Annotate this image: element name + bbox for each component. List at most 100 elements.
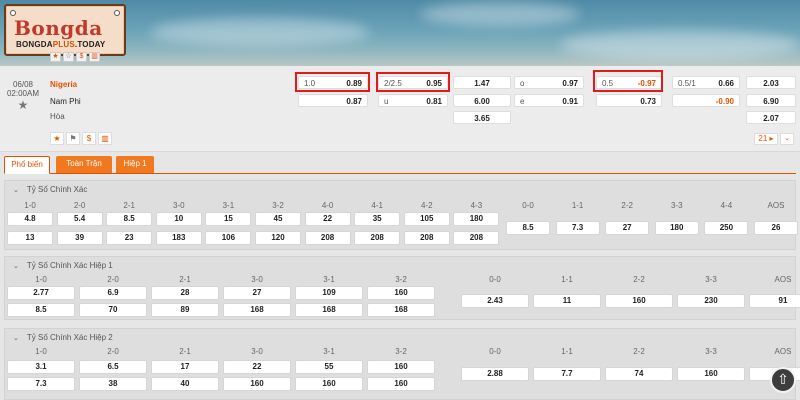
- odds-cell[interactable]: 28: [151, 286, 219, 300]
- score-header: 4-1: [371, 201, 383, 210]
- odds-cell[interactable]: 180: [654, 221, 699, 235]
- odds-h1-under[interactable]: -0.90: [672, 94, 740, 107]
- flag-icon[interactable]: ⚑: [66, 132, 80, 145]
- tab-full-match[interactable]: Toàn Trận: [56, 156, 112, 173]
- odds-cell[interactable]: 105: [403, 212, 450, 226]
- home-team[interactable]: Nigeria: [50, 80, 77, 89]
- favorite-star-icon[interactable]: ★: [4, 99, 42, 111]
- chart-icon[interactable]: ▥: [89, 52, 100, 62]
- away-team[interactable]: Nam Phi: [50, 97, 81, 106]
- odds-cell[interactable]: 208: [354, 231, 401, 245]
- odds-cell[interactable]: 5.4: [56, 212, 103, 226]
- odds-cell[interactable]: 8.5: [106, 212, 153, 226]
- odds-cell[interactable]: 39: [56, 231, 103, 245]
- odds-cell[interactable]: 4.8: [7, 212, 53, 226]
- odds-cell[interactable]: 89: [151, 303, 219, 317]
- score-header: 1-1: [571, 201, 584, 210]
- scroll-to-top-button[interactable]: ⇧: [770, 367, 796, 393]
- odds-1x2-draw[interactable]: 3.65: [453, 111, 511, 124]
- odds-under[interactable]: u 0.81: [378, 94, 448, 107]
- odds-cell[interactable]: 22: [223, 360, 291, 374]
- site-logo[interactable]: Bongda BONGDAPLUS.TODAY: [4, 4, 126, 56]
- chevron-down-icon[interactable]: ⌄: [13, 187, 19, 194]
- odds-cell[interactable]: 11: [533, 294, 601, 308]
- tab-popular[interactable]: Phổ biến: [4, 156, 50, 174]
- star-icon[interactable]: ★: [50, 52, 61, 62]
- odds-h1-1x2-draw[interactable]: 2.07: [746, 111, 796, 124]
- odds-cell[interactable]: 74: [605, 367, 673, 381]
- tab-first-half[interactable]: Hiệp 1: [116, 156, 154, 173]
- odds-cell[interactable]: 40: [151, 377, 219, 391]
- odds-cell[interactable]: 106: [205, 231, 252, 245]
- odds-cell[interactable]: 7.3: [7, 377, 75, 391]
- odds-cell[interactable]: 45: [255, 212, 301, 226]
- dollar-icon[interactable]: $: [82, 132, 96, 145]
- score-header: 2-1: [179, 275, 191, 284]
- odds-cell[interactable]: 168: [295, 303, 363, 317]
- odds-cell[interactable]: 91: [749, 294, 800, 308]
- odds-cell[interactable]: 23: [106, 231, 153, 245]
- star-icon[interactable]: ☆: [63, 52, 74, 62]
- odds-h1-1x2-home[interactable]: 2.03: [746, 76, 796, 89]
- odds-cell[interactable]: 6.9: [79, 286, 147, 300]
- odds-cell[interactable]: 2.43: [461, 294, 529, 308]
- odds-handicap-away[interactable]: 0.87: [298, 94, 368, 107]
- odds-cell[interactable]: 6.5: [79, 360, 147, 374]
- section-title[interactable]: ⌄ Tỷ Số Chính Xác: [13, 185, 87, 194]
- odds-cell[interactable]: 8.5: [7, 303, 75, 317]
- star-icon[interactable]: ★: [50, 132, 64, 145]
- odds-cell[interactable]: 70: [79, 303, 147, 317]
- odds-1x2-away[interactable]: 6.00: [453, 94, 511, 107]
- section-title[interactable]: ⌄ Tỷ Số Chính Xác Hiệp 2: [13, 333, 113, 342]
- odds-cell[interactable]: 208: [453, 231, 500, 245]
- odds-cell[interactable]: 17: [151, 360, 219, 374]
- odds-cell[interactable]: 2.88: [461, 367, 529, 381]
- odds-h1-handicap-away[interactable]: 0.73: [596, 94, 662, 107]
- odds-cell[interactable]: 120: [255, 231, 301, 245]
- odds-cell[interactable]: 160: [367, 286, 435, 300]
- odds-cell[interactable]: 180: [453, 212, 500, 226]
- odds-cell[interactable]: 2.77: [7, 286, 75, 300]
- odds-cell[interactable]: 208: [403, 231, 450, 245]
- odds-cell[interactable]: 8.5: [506, 221, 550, 235]
- odds-cell[interactable]: 168: [367, 303, 435, 317]
- chevron-down-icon[interactable]: ⌄: [13, 263, 19, 270]
- odds-cell[interactable]: 230: [677, 294, 745, 308]
- odds-cell[interactable]: 27: [223, 286, 291, 300]
- odds-cell[interactable]: 109: [295, 286, 363, 300]
- dollar-icon[interactable]: $: [76, 52, 87, 62]
- chart-icon[interactable]: ▥: [98, 132, 112, 145]
- odds-cell[interactable]: 160: [223, 377, 291, 391]
- odds-cell[interactable]: 13: [7, 231, 53, 245]
- section-title[interactable]: ⌄ Tỷ Số Chính Xác Hiệp 1: [13, 261, 113, 270]
- odds-cell[interactable]: 250: [704, 221, 749, 235]
- odds-cell[interactable]: 160: [367, 377, 435, 391]
- odds-cell[interactable]: 15: [205, 212, 252, 226]
- chevron-down-icon[interactable]: ⌄: [13, 335, 19, 342]
- odds-cell[interactable]: 10: [155, 212, 202, 226]
- odds-1x2-home[interactable]: 1.47: [453, 76, 511, 89]
- odds-cell[interactable]: 38: [79, 377, 147, 391]
- odds-cell[interactable]: 55: [295, 360, 363, 374]
- odds-cell[interactable]: 183: [155, 231, 202, 245]
- odds-cell[interactable]: 208: [304, 231, 351, 245]
- odds-h1-1x2-away[interactable]: 6.90: [746, 94, 796, 107]
- score-header: 3-1: [222, 201, 235, 210]
- odds-cell[interactable]: 3.1: [7, 360, 75, 374]
- odds-cell[interactable]: 35: [354, 212, 401, 226]
- odds-cell[interactable]: 26: [754, 221, 798, 235]
- odds-h1-over[interactable]: 0.5/1 0.66: [672, 76, 740, 89]
- odds-cell[interactable]: 7.3: [555, 221, 600, 235]
- odds-cell[interactable]: 22: [304, 212, 351, 226]
- odds-cell[interactable]: 160: [367, 360, 435, 374]
- odds-cell[interactable]: 168: [223, 303, 291, 317]
- odds-cell[interactable]: 160: [677, 367, 745, 381]
- odds-odd[interactable]: o 0.97: [514, 76, 584, 89]
- more-markets-button[interactable]: 21 ▸: [754, 133, 778, 145]
- odds-cell[interactable]: 7.7: [533, 367, 601, 381]
- odds-even[interactable]: e 0.91: [514, 94, 584, 107]
- chevron-down-icon[interactable]: ⌄: [780, 133, 794, 145]
- odds-cell[interactable]: 27: [605, 221, 650, 235]
- odds-cell[interactable]: 160: [605, 294, 673, 308]
- odds-cell[interactable]: 160: [295, 377, 363, 391]
